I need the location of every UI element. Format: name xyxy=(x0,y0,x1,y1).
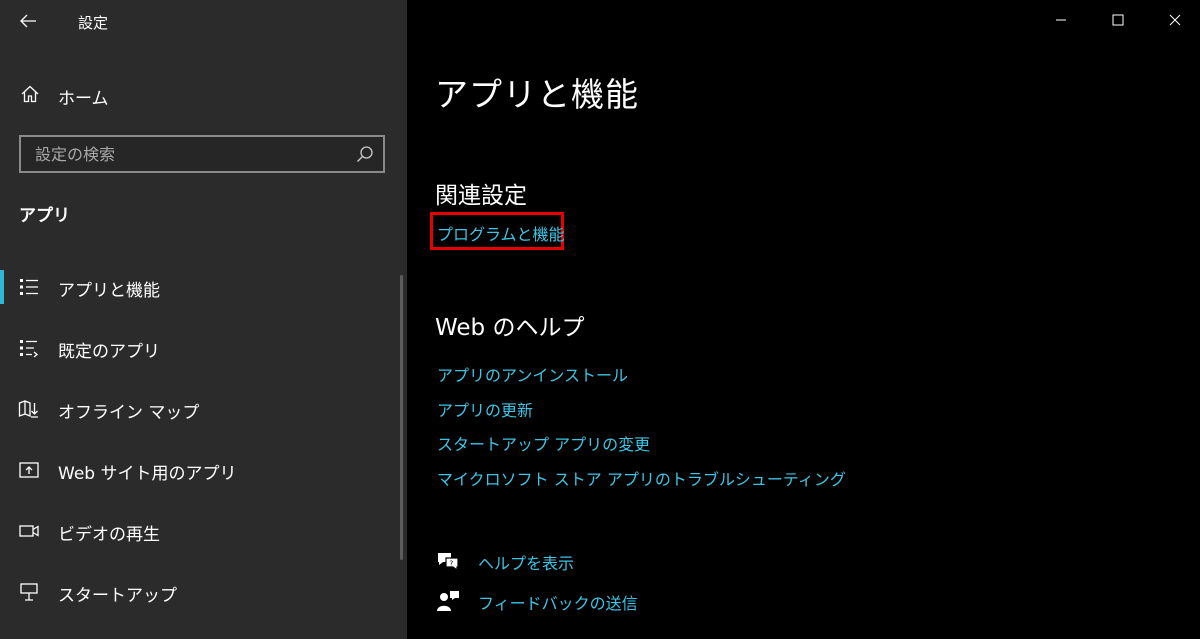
sidebar-item-label: ビデオの再生 xyxy=(58,525,160,545)
minimize-button[interactable] xyxy=(1036,0,1086,40)
sidebar-item-label: アプリと機能 xyxy=(58,281,160,301)
close-button[interactable] xyxy=(1150,0,1200,40)
sidebar-item-apps-features[interactable]: アプリと機能 xyxy=(0,266,400,308)
store-apps-troubleshoot-link[interactable]: マイクロソフト ストア アプリのトラブルシューティング xyxy=(437,466,846,490)
send-feedback-label: フィードバックの送信 xyxy=(478,594,638,613)
maximize-icon xyxy=(1112,14,1124,26)
section-title: アプリ xyxy=(19,206,70,226)
home-icon xyxy=(21,85,39,103)
web-help-heading: Web のヘルプ xyxy=(435,315,585,341)
get-help-label: ヘルプを表示 xyxy=(478,554,575,573)
change-startup-apps-link[interactable]: スタートアップ アプリの変更 xyxy=(437,431,650,455)
app-title: 設定 xyxy=(78,14,109,32)
sidebar-item-apps-for-websites[interactable]: Web サイト用のアプリ xyxy=(0,449,400,491)
search-icon[interactable] xyxy=(347,137,383,171)
back-arrow-icon xyxy=(20,14,36,28)
sidebar-item-video-playback[interactable]: ビデオの再生 xyxy=(0,510,400,552)
search-input[interactable] xyxy=(21,137,347,171)
apps-for-websites-icon xyxy=(19,462,39,478)
offline-maps-icon xyxy=(18,400,38,418)
selected-indicator xyxy=(0,270,4,304)
related-settings-heading: 関連設定 xyxy=(435,183,527,209)
programs-features-link[interactable]: プログラムと機能 xyxy=(437,221,565,245)
uninstall-apps-link[interactable]: アプリのアンインストール xyxy=(437,362,628,386)
sidebar-item-label: オフライン マップ xyxy=(58,403,200,423)
apps-features-icon xyxy=(20,279,38,295)
svg-text:?: ? xyxy=(450,560,454,568)
sidebar-item-default-apps[interactable]: 既定のアプリ xyxy=(0,327,400,369)
home-nav-item[interactable]: ホーム xyxy=(0,74,407,114)
sidebar-scrollbar[interactable] xyxy=(400,275,403,560)
back-button[interactable] xyxy=(8,5,48,37)
minimize-icon xyxy=(1056,19,1066,21)
search-box[interactable] xyxy=(19,135,385,173)
sidebar-item-label: 既定のアプリ xyxy=(58,342,160,362)
sidebar-item-offline-maps[interactable]: オフライン マップ xyxy=(0,388,400,430)
sidebar: 設定 ホーム アプリ アプリと機能 既定のアプリ xyxy=(0,0,407,639)
home-label: ホーム xyxy=(58,89,109,109)
video-playback-icon xyxy=(19,525,39,537)
startup-icon xyxy=(20,583,38,601)
update-apps-link[interactable]: アプリの更新 xyxy=(437,397,533,421)
get-help-icon: ? xyxy=(438,553,459,572)
feedback-icon xyxy=(437,591,459,611)
default-apps-icon xyxy=(20,340,39,358)
sidebar-item-startup[interactable]: スタートアップ xyxy=(0,571,400,613)
page-title: アプリと機能 xyxy=(435,75,639,114)
sidebar-item-label: スタートアップ xyxy=(58,586,177,606)
sidebar-item-label: Web サイト用のアプリ xyxy=(58,464,237,484)
maximize-button[interactable] xyxy=(1093,0,1143,40)
close-icon xyxy=(1169,14,1181,26)
